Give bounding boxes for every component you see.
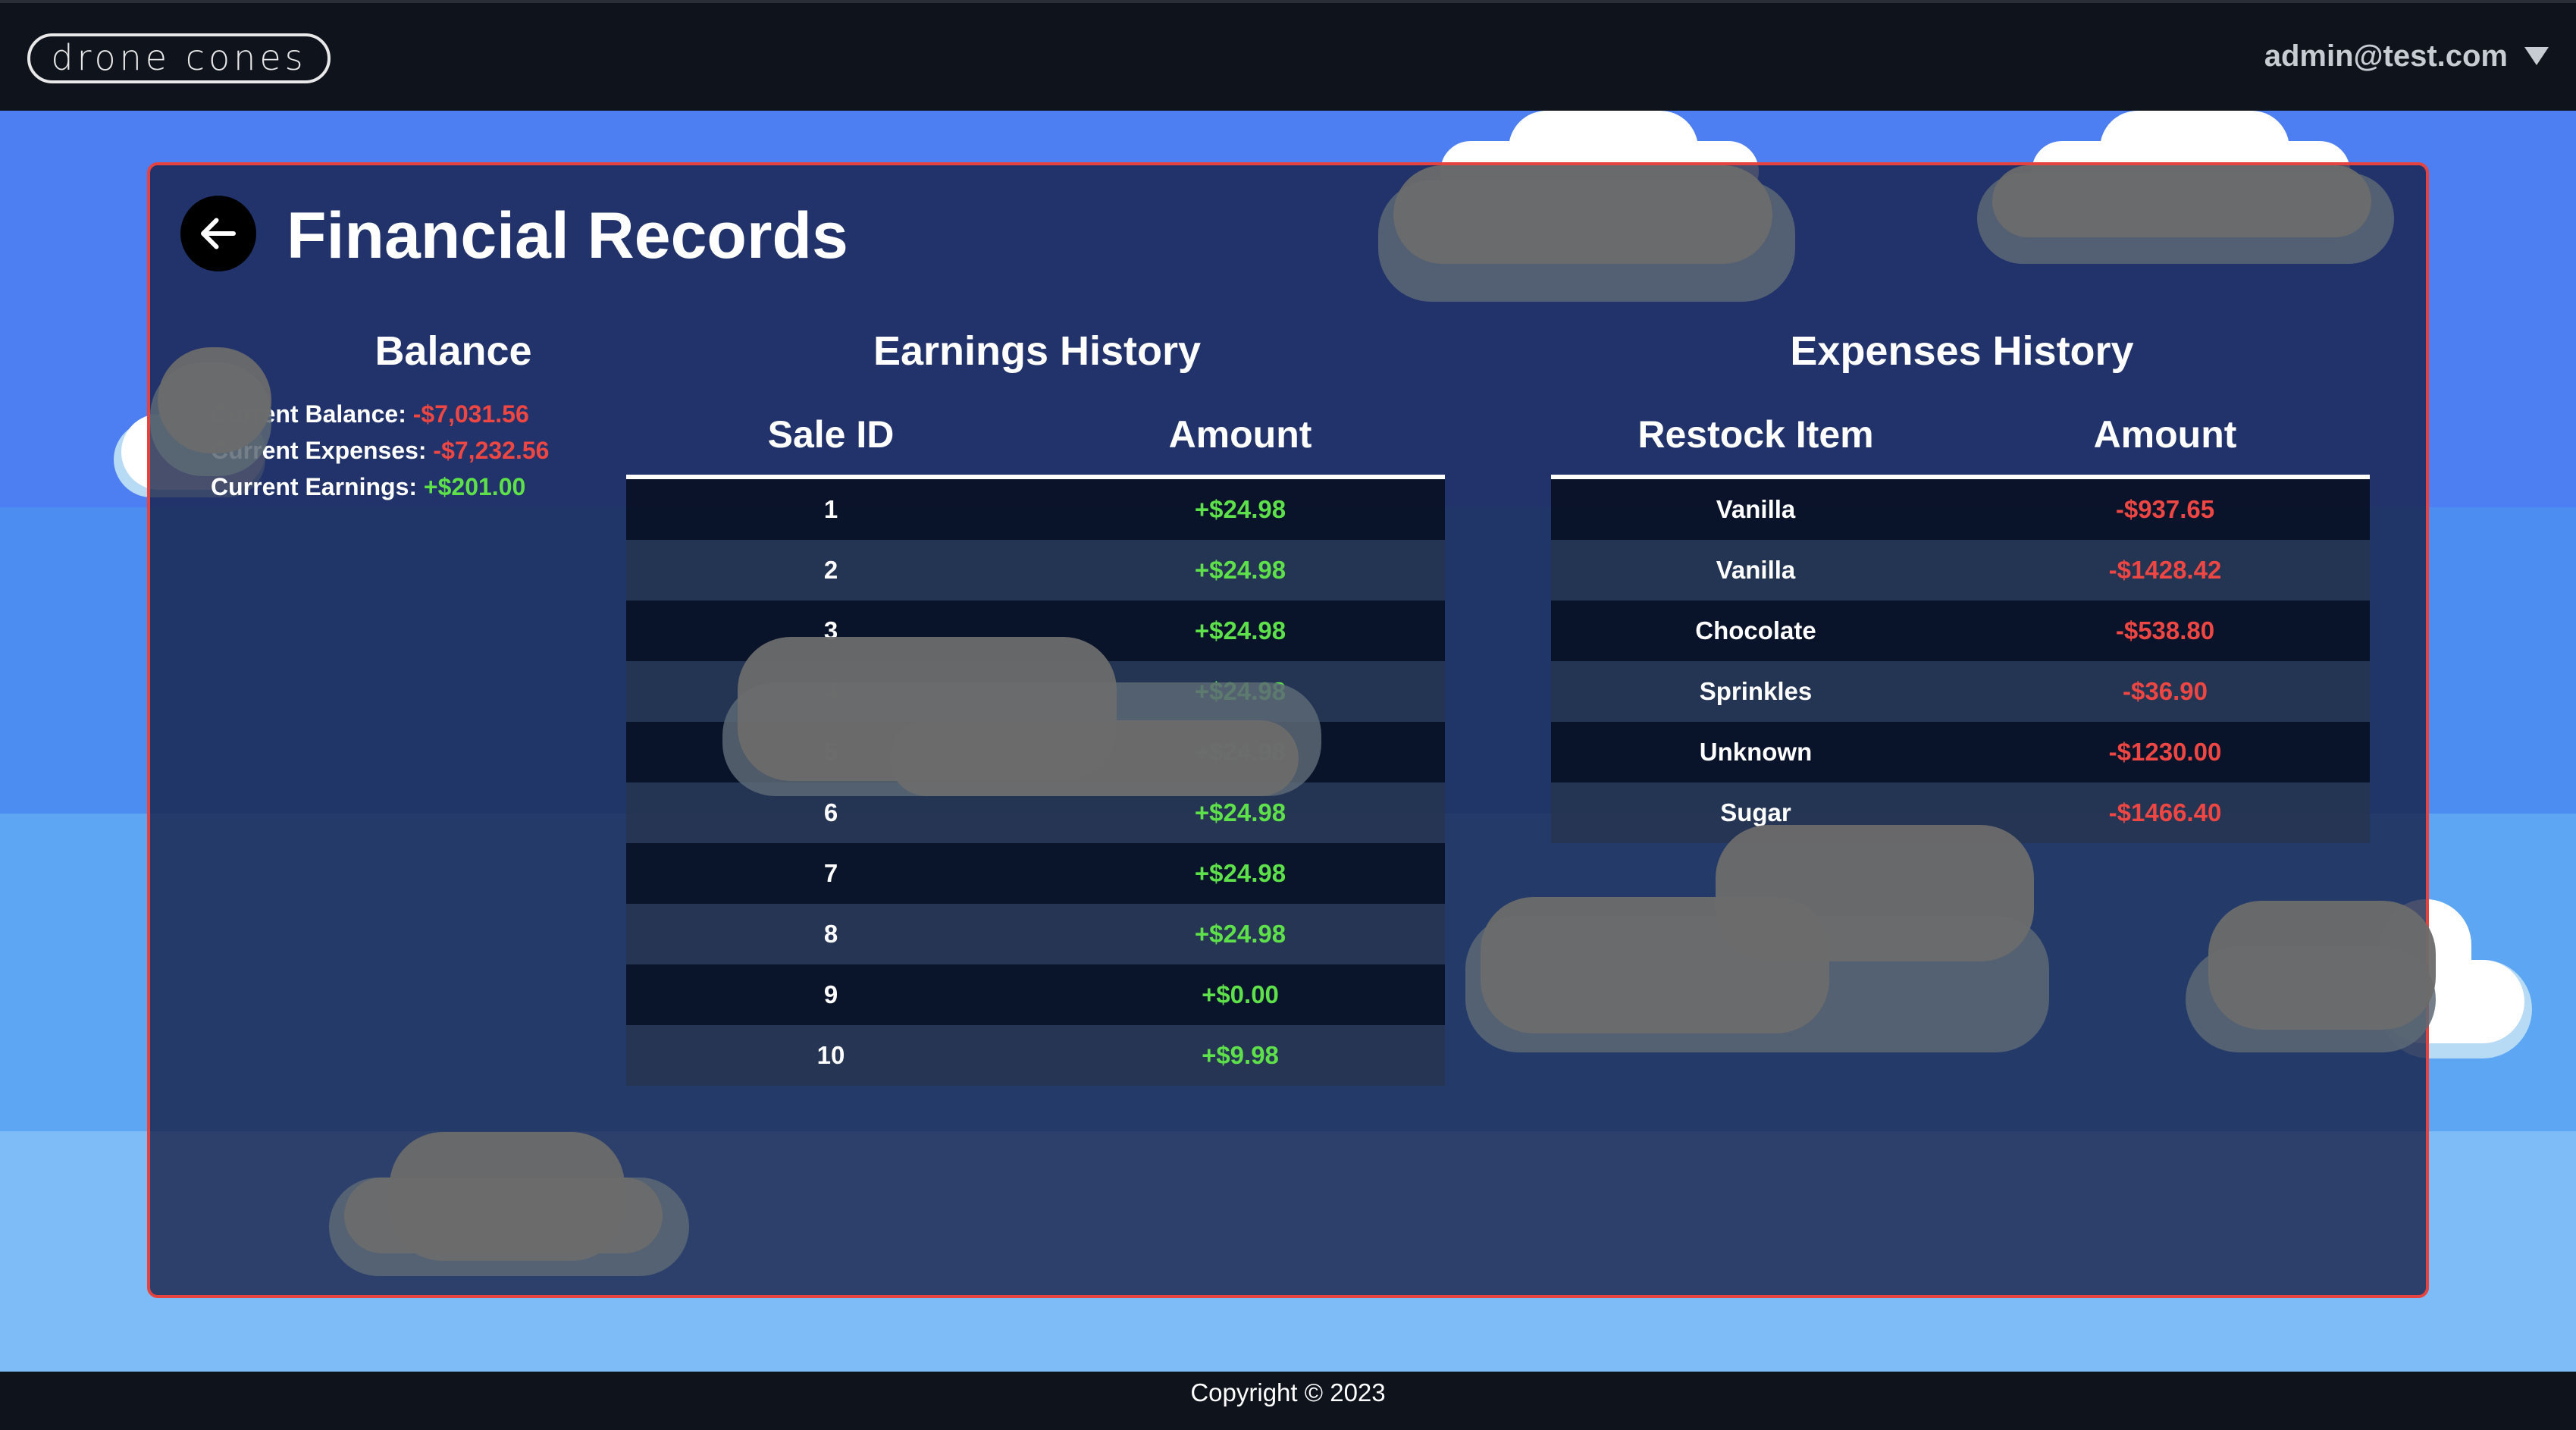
logo[interactable]: drone cones [27,33,331,83]
amount-cell: -$1230.00 [2108,738,2222,766]
user-email[interactable]: admin@test.com [2264,39,2508,74]
cloud-decoration [722,637,1321,819]
expenses-history-title: Expenses History [1790,328,2134,374]
amount-cell: +$9.98 [1202,1041,1279,1069]
current-expenses-value: -$7,232.56 [433,437,550,464]
restock-item-cell: Sprinkles [1699,677,1813,705]
current-earnings-value: +$201.00 [423,473,526,500]
restock-item-cell: Chocolate [1695,616,1816,644]
amount-cell: +$24.98 [1194,920,1286,948]
table-row[interactable]: 9 +$0.00 [626,964,1445,1025]
earnings-history-title: Earnings History [873,328,1202,374]
sale-id-cell: 2 [823,556,838,584]
table-row[interactable]: Vanilla -$937.65 [1551,479,2370,540]
restock-item-cell: Vanilla [1716,495,1796,523]
restock-item-cell: Vanilla [1716,556,1796,584]
table-row[interactable]: Sprinkles -$36.90 [1551,661,2370,722]
table-row[interactable]: 7 +$24.98 [626,843,1445,904]
caret-down-icon[interactable] [2524,47,2549,65]
copyright-text: Copyright © 2023 [1190,1378,1386,1406]
cloud-decoration [1465,825,2049,1052]
column-header-sale-id[interactable]: Sale ID [626,390,1036,475]
table-row[interactable]: 8 +$24.98 [626,904,1445,964]
restock-item-cell: Unknown [1699,738,1813,766]
amount-cell: +$24.98 [1194,859,1286,887]
table-header: Sale ID Amount [626,390,1445,479]
back-button[interactable] [180,196,256,271]
column-header-restock-item[interactable]: Restock Item [1551,390,1960,475]
amount-cell: -$937.65 [2115,495,2215,523]
cloud-decoration [1378,165,1795,302]
amount-cell: -$1428.42 [2108,556,2222,584]
table-row[interactable]: Chocolate -$538.80 [1551,601,2370,661]
table-header: Restock Item Amount [1551,390,2370,479]
amount-cell: -$538.80 [2115,616,2215,644]
cloud-decoration [329,1132,689,1276]
amount-cell: +$24.98 [1194,556,1286,584]
cloud-decoration [150,347,271,484]
current-balance-value: -$7,031.56 [412,400,529,428]
column-header-amount[interactable]: Amount [1036,390,1445,475]
amount-cell: +$0.00 [1202,980,1279,1008]
cloud-decoration [2186,901,2436,1052]
balance-title: Balance [374,328,532,374]
expenses-table: Restock Item Amount Vanilla -$937.65 Vani… [1551,390,2370,843]
top-navbar: drone cones admin@test.com [0,0,2576,111]
sale-id-cell: 9 [823,980,838,1008]
page-title: Financial Records [287,199,848,272]
user-menu[interactable]: admin@test.com [2264,33,2549,79]
sale-id-cell: 10 [816,1041,845,1069]
table-row[interactable]: 10 +$9.98 [626,1025,1445,1086]
table-row[interactable]: 1 +$24.98 [626,479,1445,540]
sale-id-cell: 1 [823,495,838,523]
sale-id-cell: 7 [823,859,838,887]
table-row[interactable]: Unknown -$1230.00 [1551,722,2370,782]
amount-cell: -$36.90 [2123,677,2208,705]
table-row[interactable]: 2 +$24.98 [626,540,1445,601]
amount-cell: +$24.98 [1194,495,1286,523]
column-header-amount[interactable]: Amount [1960,390,2370,475]
arrow-left-icon [201,218,236,249]
cloud-decoration [1977,165,2394,264]
financial-records-panel: Financial Records Balance Current Balanc… [147,162,2436,1298]
table-row[interactable]: Vanilla -$1428.42 [1551,540,2370,601]
sale-id-cell: 8 [823,920,838,948]
footer: Copyright © 2023 [0,1372,2576,1430]
